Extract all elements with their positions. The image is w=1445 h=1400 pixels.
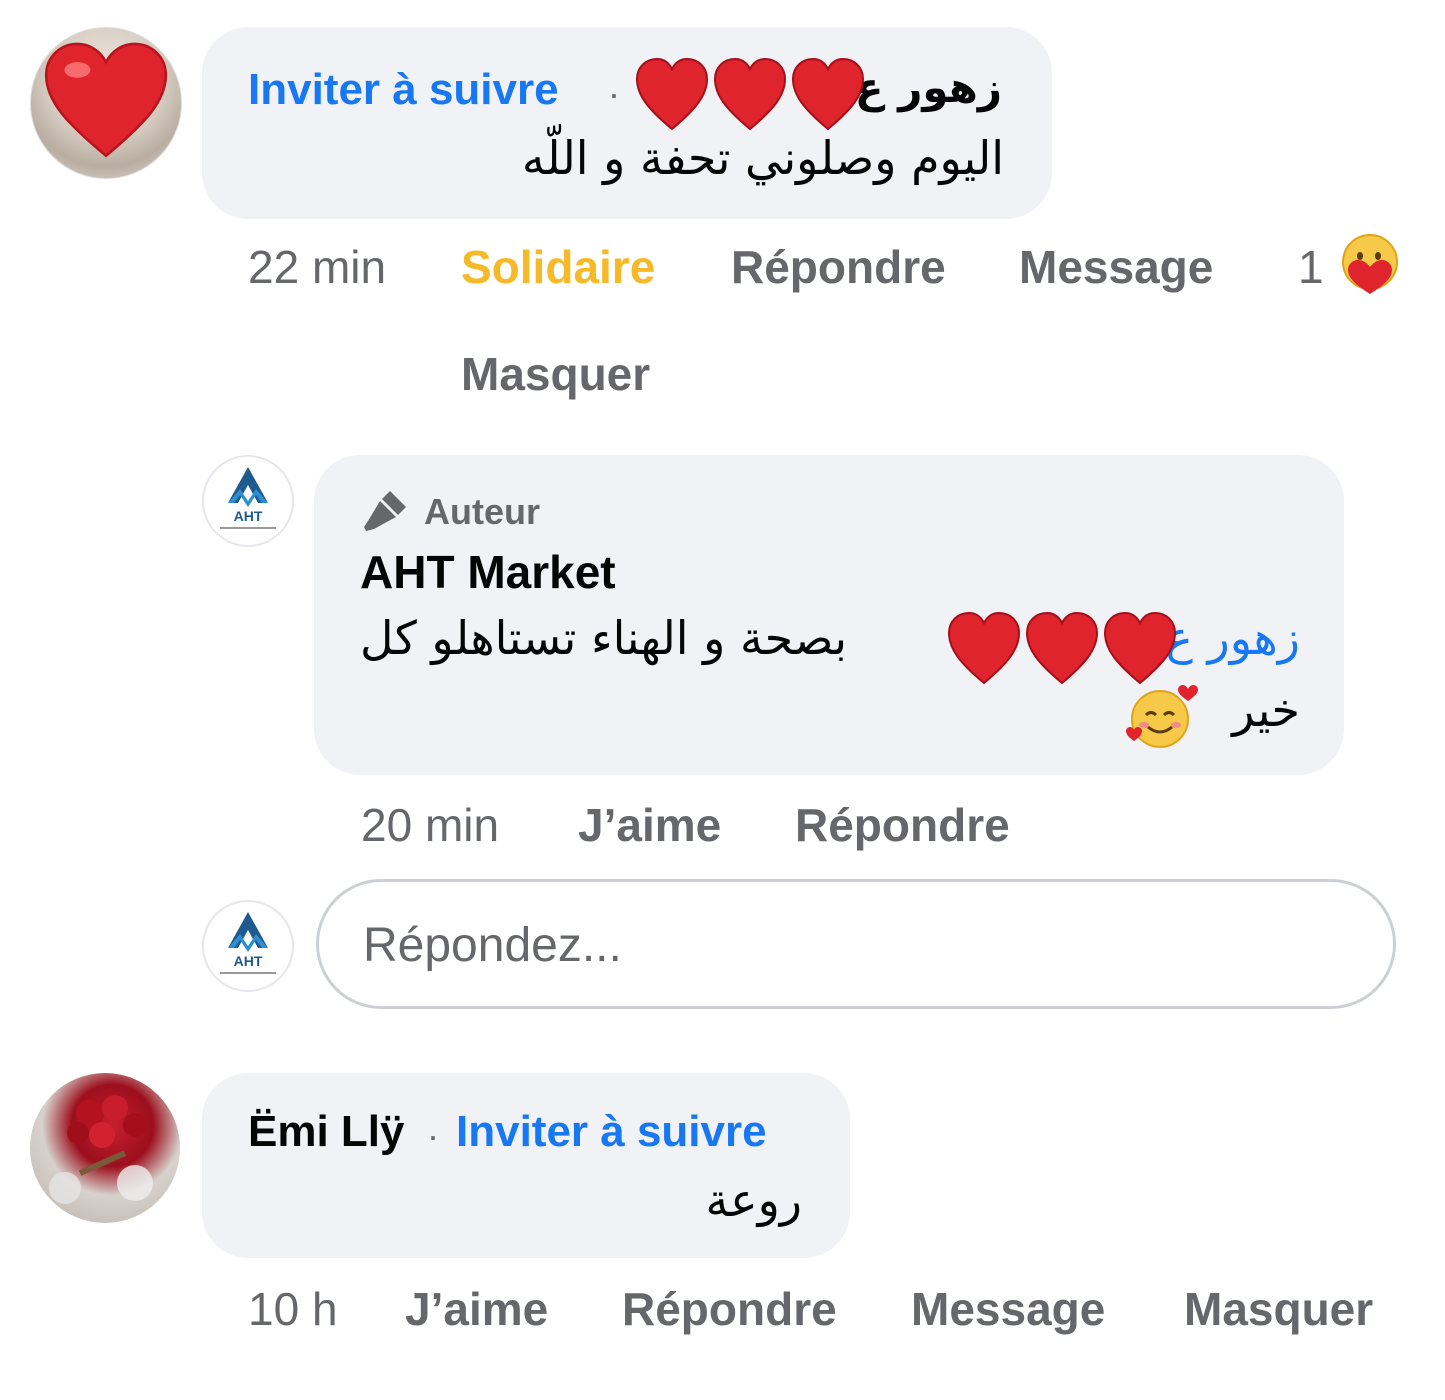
reply-button[interactable]: Répondre [731, 240, 946, 294]
author-avatar[interactable]: AHT [202, 455, 294, 547]
separator-dot: · [427, 1115, 439, 1156]
reply-text-line2: خير [1232, 683, 1300, 737]
hearts-emoji-icon [635, 57, 865, 131]
reply-input[interactable]: Répondez... [316, 879, 1396, 1009]
current-user-avatar: AHT [202, 900, 294, 992]
reply-input-placeholder: Répondez... [363, 919, 622, 972]
smiling-face-with-hearts-icon [1126, 685, 1198, 748]
like-button[interactable]: J’aime [578, 798, 721, 852]
commenter-avatar[interactable] [30, 27, 182, 179]
heart-emoji-icon [44, 42, 168, 158]
reply-button[interactable]: Répondre [795, 798, 1010, 852]
comment-text: اليوم وصلوني تحفة و اللّه [521, 131, 1004, 185]
hide-button[interactable]: Masquer [1184, 1282, 1373, 1336]
reaction-count[interactable]: 1 [1298, 240, 1324, 294]
invite-to-follow-link[interactable]: Inviter à suivre [456, 1107, 767, 1157]
author-badge: Auteur [424, 491, 540, 532]
solidaire-reaction-button[interactable]: Solidaire [461, 240, 655, 294]
comment-bubble: Inviter à suivre · زهور ع اليوم وصلوني ت… [202, 27, 1052, 219]
reply-author-name[interactable]: AHT Market [360, 545, 616, 599]
microphone-icon [364, 491, 406, 531]
roses-photo-icon [49, 1095, 153, 1204]
comment-timestamp: 22 min [248, 241, 387, 293]
comment-text: روعة [705, 1173, 802, 1227]
reply-button[interactable]: Répondre [622, 1282, 837, 1336]
reply-timestamp: 20 min [361, 799, 500, 851]
comment-bubble: Ëmi Llÿ · Inviter à suivre روعة [202, 1073, 850, 1258]
mention-link[interactable]: زهور ع [1165, 611, 1300, 665]
like-button[interactable]: J’aime [405, 1282, 548, 1336]
comment-timestamp: 10 h [248, 1283, 338, 1335]
message-button[interactable]: Message [1019, 240, 1213, 294]
comment-author-name[interactable]: Ëmi Llÿ [248, 1107, 405, 1157]
hearts-emoji-icon [947, 611, 1177, 685]
aht-logo-icon: AHT [220, 467, 276, 529]
message-button[interactable]: Message [911, 1282, 1105, 1336]
svg-text:AHT: AHT [234, 508, 263, 524]
commenter-avatar[interactable] [30, 1073, 180, 1223]
reply-text-line1: بصحة و الهناء تستاهلو كل [360, 611, 847, 665]
svg-text:AHT: AHT [234, 953, 263, 969]
aht-logo-icon: AHT [220, 912, 276, 974]
separator-dot: · [608, 73, 620, 114]
author-reply-bubble: Auteur AHT Market زهور ع بصحة و الهناء ت… [314, 455, 1344, 775]
care-reaction-icon [1342, 234, 1398, 294]
comment-author-name[interactable]: زهور ع [855, 63, 1002, 112]
hide-button[interactable]: Masquer [461, 347, 650, 401]
invite-to-follow-link[interactable]: Inviter à suivre [248, 65, 559, 115]
